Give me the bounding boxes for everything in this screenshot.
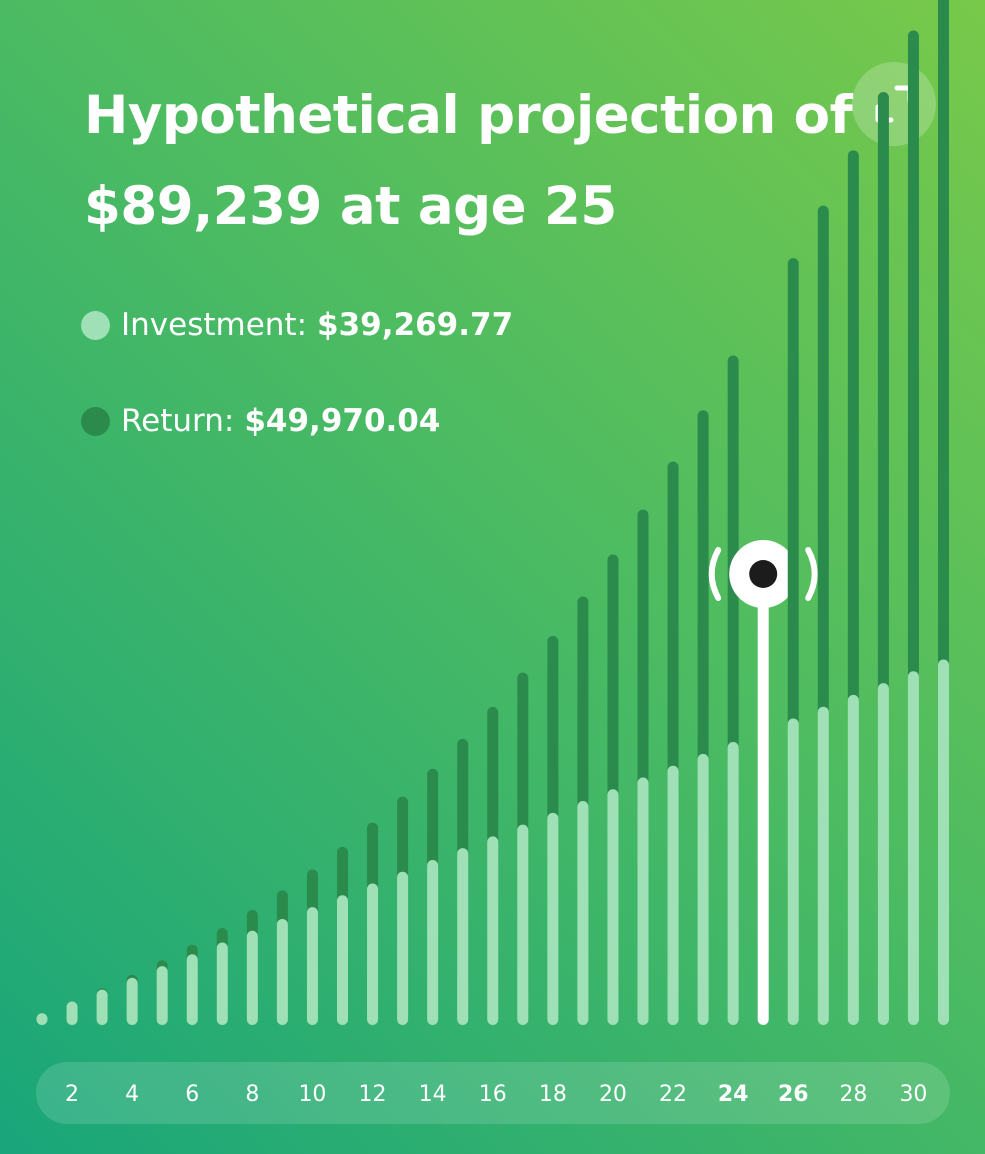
bar-return xyxy=(697,410,709,765)
bar-investment xyxy=(667,765,679,1025)
bar-investment xyxy=(727,742,739,1025)
tick-label: 28 xyxy=(839,1082,867,1107)
bar-investment xyxy=(697,753,709,1025)
tick-label: 20 xyxy=(599,1082,627,1107)
bar-return xyxy=(397,796,409,883)
bar-return xyxy=(607,554,619,801)
projection-chart[interactable]: 2 4 6 8 10 12 14 16 18 20 22 24 26 28 30 xyxy=(0,0,985,1154)
bar-return xyxy=(938,0,949,671)
bar-investment xyxy=(186,954,198,1025)
projection-card: Hypothetical projection of $89,239 at ag… xyxy=(0,0,985,1154)
bar-investment xyxy=(126,977,138,1025)
selected-bar-marker[interactable] xyxy=(708,540,818,1025)
tick-label: 30 xyxy=(899,1082,927,1107)
bar-investment xyxy=(397,871,409,1025)
bar-return xyxy=(817,205,829,718)
signal-right-icon xyxy=(805,547,818,601)
bar-investment xyxy=(517,824,529,1025)
bar-return xyxy=(427,768,439,871)
bar-return xyxy=(637,509,649,789)
bar-investment xyxy=(457,848,469,1025)
bar-return xyxy=(547,635,559,824)
bar-investment xyxy=(276,918,288,1025)
tick-label: 16 xyxy=(479,1082,507,1107)
bar-investment xyxy=(66,1001,78,1025)
bar-return xyxy=(457,738,469,860)
bar-investment xyxy=(787,718,799,1025)
tick-label: 26 xyxy=(778,1082,809,1107)
bar-investment xyxy=(577,801,589,1025)
bar-investment xyxy=(547,812,559,1025)
bar-investment xyxy=(246,930,258,1025)
tick-label: 22 xyxy=(659,1082,687,1107)
bar-investment xyxy=(427,859,439,1025)
tick-label: 6 xyxy=(185,1082,199,1107)
bar-return xyxy=(577,596,589,813)
signal-left-icon xyxy=(708,547,722,601)
bar-investment xyxy=(817,706,829,1025)
tick-label: 12 xyxy=(359,1082,387,1107)
tick-label: 24 xyxy=(718,1082,749,1107)
bar-investment xyxy=(487,836,499,1025)
bar-return xyxy=(787,258,799,730)
selected-bar xyxy=(757,574,769,1025)
bar-investment xyxy=(938,659,949,1025)
bar-investment xyxy=(306,907,318,1025)
bar-investment xyxy=(847,694,859,1025)
bar-return xyxy=(487,706,499,848)
bar-investment xyxy=(607,789,619,1025)
bar-investment xyxy=(216,942,228,1025)
bar-return xyxy=(517,672,529,836)
bar-investment xyxy=(637,777,649,1025)
bar-investment xyxy=(156,966,168,1025)
bar-return xyxy=(667,461,679,777)
bar-return xyxy=(847,150,859,706)
slider-knob-center xyxy=(749,560,778,588)
tick-label: 4 xyxy=(125,1082,139,1107)
bar-investment xyxy=(877,683,889,1025)
tick-label: 8 xyxy=(245,1082,259,1107)
bar-investment xyxy=(337,895,348,1025)
tick-label: 14 xyxy=(419,1082,447,1107)
bar-investment xyxy=(907,671,919,1025)
bar-return xyxy=(907,30,919,683)
tick-label: 18 xyxy=(539,1082,567,1107)
bar-investment xyxy=(36,1013,48,1025)
tick-label: 10 xyxy=(298,1082,326,1107)
bar-investment xyxy=(96,989,108,1025)
tick-label: 2 xyxy=(65,1082,79,1107)
bar-return xyxy=(877,92,889,695)
bar-investment xyxy=(367,883,379,1025)
